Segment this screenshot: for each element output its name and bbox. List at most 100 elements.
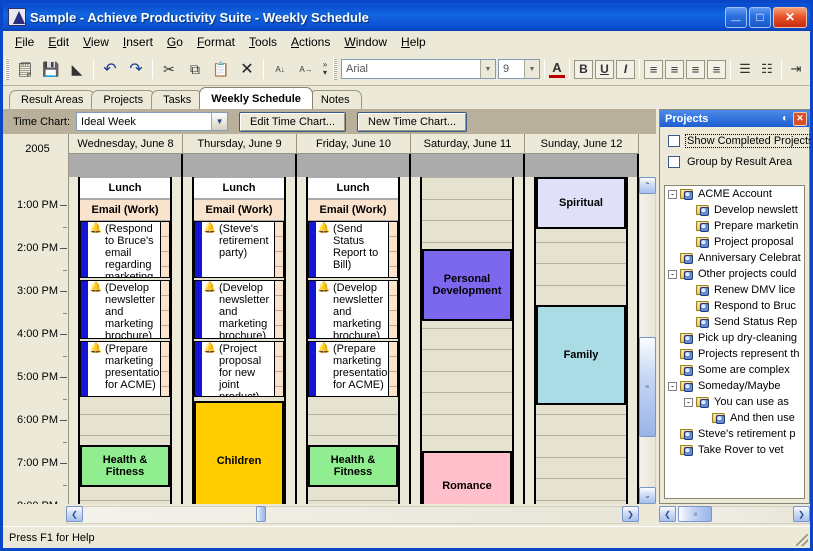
group-by-result-area-checkbox[interactable] bbox=[668, 156, 680, 168]
group-by-result-area-row[interactable]: Group by Result Area bbox=[660, 148, 809, 169]
tree-item[interactable]: Develop newslett bbox=[665, 202, 804, 218]
font-name-combo[interactable]: Arial ▼ bbox=[341, 59, 496, 79]
toolbar-grip[interactable] bbox=[5, 58, 9, 80]
font-color-icon[interactable]: A bbox=[549, 60, 565, 78]
align-right-icon[interactable]: ≡ bbox=[686, 59, 705, 79]
menu-item-view[interactable]: View bbox=[76, 33, 116, 51]
schedule-task[interactable]: 🔔 (Respond to Bruce's email regarding mar… bbox=[80, 221, 170, 278]
undo-icon[interactable]: ↶ bbox=[98, 57, 122, 81]
sort-ascending-icon[interactable]: A↓ bbox=[268, 57, 292, 81]
tree-item[interactable]: Pick up dry-cleaning bbox=[665, 330, 804, 346]
schedule-task[interactable]: 🔔 (Develop newsletter and marketing broch… bbox=[308, 280, 398, 339]
tree-item[interactable]: - Other projects could bbox=[665, 266, 804, 282]
schedule-task[interactable]: 🔔 (Project proposal for new joint product… bbox=[194, 341, 284, 397]
all-day-cell[interactable] bbox=[297, 154, 411, 177]
tree-collapse-icon[interactable]: - bbox=[668, 189, 677, 199]
horizontal-scrollbar-track[interactable] bbox=[66, 506, 639, 524]
tab-result-areas[interactable]: Result Areas bbox=[9, 90, 96, 109]
align-center-icon[interactable]: ≡ bbox=[665, 59, 684, 79]
tree-collapse-icon[interactable]: - bbox=[684, 397, 693, 407]
day-header[interactable]: Sunday, June 12 bbox=[525, 134, 639, 154]
vertical-scrollbar-thumb[interactable]: ≡ bbox=[639, 337, 656, 437]
menu-item-edit[interactable]: Edit bbox=[41, 33, 76, 51]
tree-item[interactable]: Respond to Bruc bbox=[665, 298, 804, 314]
cut-icon[interactable]: ✂ bbox=[157, 57, 181, 81]
tree-item[interactable]: - Someday/Maybe bbox=[665, 378, 804, 394]
tree-item[interactable]: Projects represent th bbox=[665, 346, 804, 362]
tab-tasks[interactable]: Tasks bbox=[151, 90, 204, 109]
projects-scroll-left-button[interactable]: ❮ bbox=[659, 506, 676, 522]
time-chart-select[interactable]: Ideal Week ▼ bbox=[76, 112, 229, 131]
tree-item[interactable]: Steve's retirement p bbox=[665, 426, 804, 442]
schedule-event[interactable]: Family bbox=[536, 305, 626, 405]
new-icon[interactable]: 🗒 bbox=[13, 57, 37, 81]
numbered-list-icon[interactable]: ☷ bbox=[757, 60, 777, 79]
projects-panel-roll-icon[interactable]: ◖ bbox=[777, 112, 791, 126]
projects-scrollbar-thumb[interactable]: ≡ bbox=[678, 506, 712, 522]
time-chart-chevron-down-icon[interactable]: ▼ bbox=[211, 113, 228, 130]
tree-item[interactable]: Prepare marketin bbox=[665, 218, 804, 234]
justify-icon[interactable]: ≡ bbox=[707, 59, 726, 79]
menu-item-insert[interactable]: Insert bbox=[116, 33, 160, 51]
tree-collapse-icon[interactable]: - bbox=[668, 381, 677, 391]
indent-icon[interactable]: ⇥ bbox=[786, 60, 806, 79]
menu-item-go[interactable]: Go bbox=[160, 33, 190, 51]
day-header[interactable]: Thursday, June 9 bbox=[183, 134, 297, 154]
all-day-cell[interactable] bbox=[69, 154, 183, 177]
menu-item-help[interactable]: Help bbox=[394, 33, 433, 51]
italic-icon[interactable]: I bbox=[616, 59, 635, 79]
delete-icon[interactable]: ✕ bbox=[235, 57, 259, 81]
schedule-band[interactable]: Lunch bbox=[194, 177, 284, 199]
schedule-task[interactable]: 🔔 (Send Status Report to Bill) bbox=[308, 221, 398, 278]
menu-item-file[interactable]: File bbox=[8, 33, 41, 51]
tree-item[interactable]: Take Rover to vet bbox=[665, 442, 804, 458]
all-day-cell[interactable] bbox=[411, 154, 525, 177]
format-toolbar-overflow-button[interactable]: »▾ bbox=[807, 61, 810, 77]
day-header[interactable]: Friday, June 10 bbox=[297, 134, 411, 154]
minimize-button[interactable]: _ bbox=[725, 6, 747, 28]
schedule-event[interactable]: Spiritual bbox=[536, 177, 626, 229]
scroll-right-button[interactable]: ❯ bbox=[622, 506, 639, 522]
schedule-band[interactable]: Email (Work) bbox=[308, 199, 398, 221]
close-button[interactable]: ✕ bbox=[773, 6, 807, 28]
tree-item[interactable]: - You can use as bbox=[665, 394, 804, 410]
sort-descending-icon[interactable]: A→ bbox=[294, 57, 318, 81]
font-name-chevron-down-icon[interactable]: ▼ bbox=[480, 60, 495, 78]
font-size-chevron-down-icon[interactable]: ▼ bbox=[524, 60, 539, 78]
schedule-band[interactable]: Lunch bbox=[80, 177, 170, 199]
tree-item[interactable]: Anniversary Celebrat bbox=[665, 250, 804, 266]
bold-icon[interactable]: B bbox=[574, 59, 593, 79]
bullet-list-icon[interactable]: ☰ bbox=[735, 60, 755, 79]
toolbar-overflow-button[interactable]: » ▾ bbox=[319, 61, 331, 77]
schedule-task[interactable]: 🔔 (Prepare marketing presentation for ACM… bbox=[80, 341, 170, 397]
projects-scroll-right-button[interactable]: ❯ bbox=[793, 506, 810, 522]
underline-icon[interactable]: U bbox=[595, 59, 614, 79]
schedule-task[interactable]: 🔔 (Develop newsletter and marketing broch… bbox=[80, 280, 170, 339]
maximize-button[interactable]: □ bbox=[749, 6, 771, 28]
copy-icon[interactable]: ⧉ bbox=[183, 57, 207, 81]
tab-weekly-schedule[interactable]: Weekly Schedule bbox=[199, 87, 313, 109]
schedule-band[interactable]: Email (Work) bbox=[194, 199, 284, 221]
new-time-chart-button[interactable]: New Time Chart... bbox=[357, 111, 468, 132]
show-completed-projects-row[interactable]: Show Completed Projects bbox=[660, 127, 810, 148]
font-size-combo[interactable]: 9 ▼ bbox=[498, 59, 540, 79]
schedule-task[interactable]: 🔔 (Steve's retirement party) bbox=[194, 221, 284, 278]
menu-item-format[interactable]: Format bbox=[190, 33, 242, 51]
scroll-up-button[interactable]: ⌃ bbox=[639, 177, 656, 194]
save-icon[interactable]: 💾 bbox=[39, 57, 63, 81]
tree-item[interactable]: - ACME Account bbox=[665, 186, 804, 202]
projects-horizontal-scrollbar[interactable]: ❮ ≡ ❯ bbox=[659, 506, 810, 524]
tree-item[interactable]: And then use bbox=[665, 410, 804, 426]
schedule-task[interactable]: 🔔 (Develop newsletter and marketing broch… bbox=[194, 280, 284, 339]
projects-tree[interactable]: - ACME Account Develop newslett Prepare mar… bbox=[664, 185, 805, 499]
show-completed-projects-checkbox[interactable] bbox=[668, 135, 680, 147]
schedule-event[interactable]: Health & Fitness bbox=[308, 445, 398, 487]
day-header[interactable]: Wednesday, June 8 bbox=[69, 134, 183, 154]
schedule-task[interactable]: 🔔 (Prepare marketing presentation for ACM… bbox=[308, 341, 398, 397]
paste-icon[interactable]: 📋 bbox=[209, 57, 233, 81]
all-day-cell[interactable] bbox=[525, 154, 639, 177]
menu-item-actions[interactable]: Actions bbox=[284, 33, 337, 51]
tree-item[interactable]: Renew DMV lice bbox=[665, 282, 804, 298]
tab-projects[interactable]: Projects bbox=[91, 90, 156, 109]
format-toolbar-grip[interactable] bbox=[333, 58, 337, 80]
